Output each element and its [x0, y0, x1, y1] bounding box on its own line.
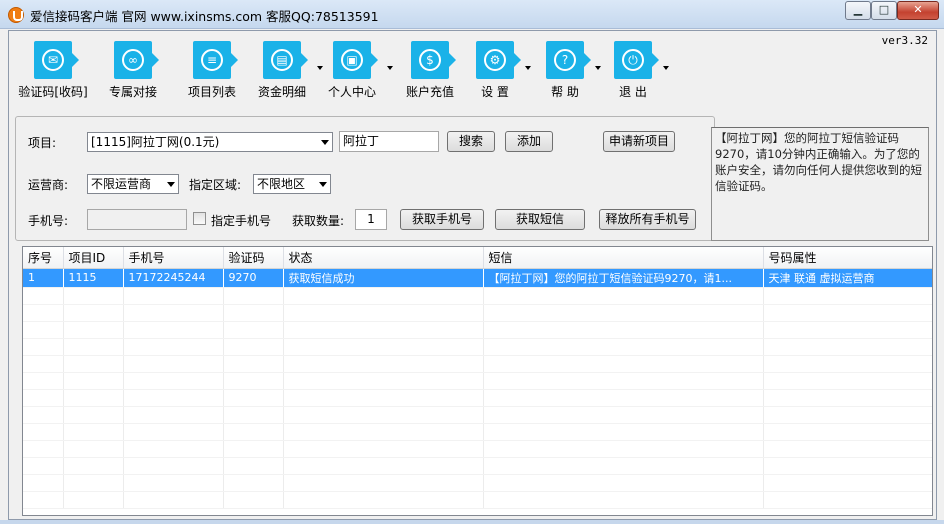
toolbar-label: 账户充值	[405, 85, 454, 99]
toolbar-label: 资金明细	[257, 85, 306, 99]
table-row[interactable]	[23, 287, 932, 305]
specify-phone-checkbox[interactable]	[193, 212, 206, 225]
chevron-down-icon[interactable]	[663, 66, 669, 70]
project-select[interactable]: [1115]阿拉丁网(0.1元)	[87, 132, 333, 152]
carrier-select[interactable]: 不限运营商	[87, 174, 179, 194]
version-label: ver3.32	[881, 34, 928, 47]
cell-status: 获取短信成功	[283, 268, 484, 288]
table-row[interactable]	[23, 372, 932, 390]
id-card-icon: ▣	[333, 41, 378, 79]
phone-label: 手机号:	[28, 214, 69, 228]
list-icon: ≡	[193, 41, 238, 79]
search-button[interactable]: 搜索	[447, 131, 495, 152]
money-bag-icon: $	[411, 41, 456, 79]
sms-icon: ✉	[34, 41, 79, 79]
sms-message-box: 【阿拉丁网】您的阿拉丁短信验证码9270，请10分钟内正确输入。为了您的账户安全…	[711, 127, 929, 241]
chevron-down-icon	[319, 182, 327, 187]
column-header[interactable]: 状态	[283, 247, 484, 269]
cell-project-id: 1115	[63, 268, 124, 288]
table-row[interactable]	[23, 474, 932, 492]
table-row[interactable]	[23, 406, 932, 424]
power-icon: ⏻	[614, 41, 659, 79]
toolbar-label: 验证码[收码]	[18, 85, 88, 99]
quantity-input[interactable]: 1	[355, 209, 387, 230]
toolbar-recharge[interactable]: $ 账户充值	[399, 41, 461, 100]
cell-sms: 【阿拉丁网】您的阿拉丁短信验证码9270，请1...	[483, 268, 764, 288]
table-row[interactable]	[23, 423, 932, 441]
window-bottom-edge	[0, 520, 944, 524]
result-table: 序号 项目ID 手机号 验证码 状态 短信 号码属性 1 1115 171722…	[22, 246, 933, 516]
table-header: 序号 项目ID 手机号 验证码 状态 短信 号码属性	[23, 247, 932, 269]
get-phone-button[interactable]: 获取手机号	[400, 209, 484, 230]
toolbar-settings[interactable]: ⚙ 设 置	[469, 41, 531, 100]
table-row[interactable]	[23, 338, 932, 356]
get-sms-button[interactable]: 获取短信	[495, 209, 585, 230]
chevron-down-icon[interactable]	[387, 66, 393, 70]
table-row[interactable]	[23, 304, 932, 322]
region-select[interactable]: 不限地区	[253, 174, 331, 194]
specify-phone-label: 指定手机号	[211, 214, 272, 228]
toolbar-dedicated-link[interactable]: ∞ 专属对接	[101, 41, 165, 100]
toolbar-label: 帮 助	[551, 85, 579, 99]
query-panel: 项目: [1115]阿拉丁网(0.1元) 阿拉丁 搜索 添加 申请新项目 运营商…	[15, 116, 715, 241]
toolbar-help[interactable]: ? 帮 助	[539, 41, 601, 100]
quantity-label: 获取数量:	[292, 214, 345, 228]
help-icon: ?	[546, 41, 591, 79]
toolbar-project-list[interactable]: ≡ 项目列表	[181, 41, 243, 100]
close-button[interactable]: ✕	[897, 1, 939, 20]
toolbar-label: 项目列表	[187, 85, 236, 99]
table-row[interactable]	[23, 491, 932, 509]
carrier-select-value: 不限运营商	[91, 177, 152, 191]
cell-code: 9270	[223, 268, 284, 288]
table-row[interactable]	[23, 355, 932, 373]
toolbar-label: 专属对接	[108, 85, 157, 99]
chevron-down-icon[interactable]	[595, 66, 601, 70]
cell-attr: 天津 联通 虚拟运营商	[763, 268, 932, 288]
link-icon: ∞	[114, 41, 159, 79]
column-header[interactable]: 短信	[483, 247, 764, 269]
toolbar-label: 退 出	[619, 85, 647, 99]
toolbar-sms-code[interactable]: ✉ 验证码[收码]	[17, 41, 89, 100]
chevron-down-icon	[167, 182, 175, 187]
column-header[interactable]: 手机号	[123, 247, 224, 269]
minimize-button[interactable]: ▁	[845, 1, 871, 20]
project-label: 项目:	[28, 136, 57, 150]
table-row[interactable]: 1 1115 17172245244 9270 获取短信成功 【阿拉丁网】您的阿…	[23, 268, 932, 288]
toolbar-exit[interactable]: ⏻ 退 出	[607, 41, 669, 100]
carrier-label: 运营商:	[28, 178, 69, 192]
table-row[interactable]	[23, 457, 932, 475]
gear-icon: ⚙	[476, 41, 521, 79]
table-row[interactable]	[23, 440, 932, 458]
release-all-phones-button[interactable]: 释放所有手机号	[599, 209, 696, 230]
table-row[interactable]	[23, 389, 932, 407]
chevron-down-icon	[321, 140, 329, 145]
cell-phone: 17172245244	[123, 268, 224, 288]
toolbar-label: 个人中心	[327, 85, 376, 99]
project-select-value: [1115]阿拉丁网(0.1元)	[91, 135, 220, 149]
add-button[interactable]: 添加	[505, 131, 553, 152]
maximize-button[interactable]: □	[871, 1, 897, 20]
app-logo-icon	[8, 7, 24, 23]
window-title: 爱信接码客户端 官网 www.ixinsms.com 客服QQ:78513591	[30, 9, 379, 24]
region-select-value: 不限地区	[257, 177, 306, 191]
cell-index: 1	[23, 268, 64, 288]
column-header[interactable]: 号码属性	[763, 247, 932, 269]
column-header[interactable]: 项目ID	[63, 247, 124, 269]
chevron-down-icon[interactable]	[525, 66, 531, 70]
search-input[interactable]: 阿拉丁	[339, 131, 439, 152]
toolbar-funds-detail[interactable]: ▤ 资金明细	[251, 41, 323, 100]
toolbar-personal-center[interactable]: ▣ 个人中心	[321, 41, 393, 100]
column-header[interactable]: 序号	[23, 247, 64, 269]
table-row[interactable]	[23, 321, 932, 339]
region-label: 指定区域:	[189, 178, 242, 192]
toolbar-label: 设 置	[481, 85, 509, 99]
column-header[interactable]: 验证码	[223, 247, 284, 269]
phone-input[interactable]	[87, 209, 187, 230]
ledger-icon: ▤	[263, 41, 308, 79]
apply-new-project-button[interactable]: 申请新项目	[603, 131, 675, 152]
title-bar: 爱信接码客户端 官网 www.ixinsms.com 客服QQ:78513591…	[0, 0, 944, 29]
main-window: ver3.32 ✉ 验证码[收码] ∞ 专属对接 ≡ 项目列表 ▤ 资金明细 ▣…	[8, 30, 937, 520]
